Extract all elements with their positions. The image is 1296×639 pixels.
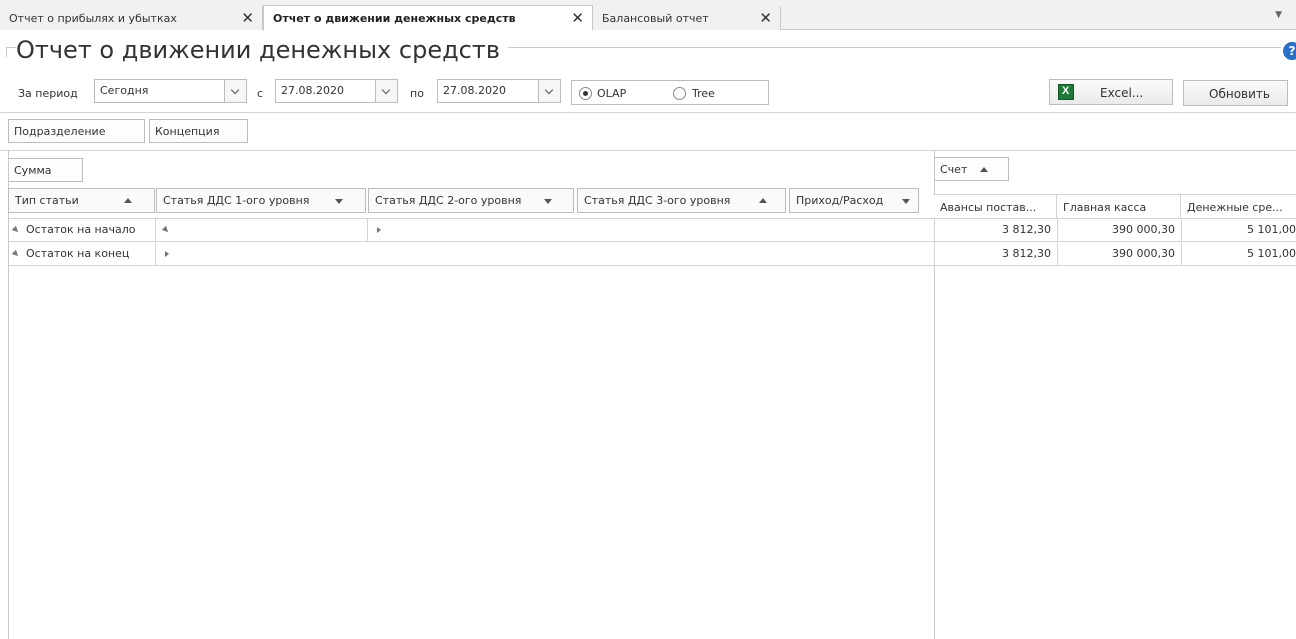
radio-olap-label: OLAP: [597, 87, 627, 100]
sort-desc-icon: [335, 199, 343, 204]
to-label: по: [410, 87, 424, 100]
expand-icon[interactable]: [11, 249, 21, 259]
chevron-down-icon[interactable]: [538, 80, 560, 102]
from-label: с: [257, 87, 264, 100]
close-icon[interactable]: ✕: [571, 9, 584, 27]
period-select[interactable]: Сегодня: [94, 79, 247, 103]
header-label: Денежные сре...: [1187, 201, 1283, 214]
row-header-level3[interactable]: Статья ДДС 3-ого уровня: [577, 188, 786, 213]
header-label: Тип статьи: [15, 194, 79, 207]
excel-icon: [1058, 84, 1074, 100]
sort-asc-icon: [124, 198, 132, 203]
cell-divider: [155, 243, 156, 266]
chip-label: Подразделение: [14, 125, 106, 138]
tab-cash-flow[interactable]: Отчет о движении денежных средств ✕: [263, 5, 593, 31]
expand-icon[interactable]: [161, 225, 171, 235]
sort-asc-icon: [980, 167, 988, 172]
chevron-down-icon[interactable]: ▼: [1275, 10, 1282, 20]
row-header-income-expense[interactable]: Приход/Расход: [789, 188, 919, 213]
row-header-type[interactable]: Тип статьи: [8, 188, 155, 213]
header-label: Статья ДДС 1-ого уровня: [163, 194, 310, 207]
column-header-advances[interactable]: Авансы постав...: [934, 194, 1057, 219]
header-label: Главная касса: [1063, 201, 1147, 214]
cell-value: 5 101,00: [1247, 223, 1296, 236]
filter-field-subdivision[interactable]: Подразделение: [8, 119, 145, 143]
chevron-down-icon[interactable]: [224, 80, 246, 102]
tab-label: Отчет о прибылях и убытках: [9, 11, 177, 25]
header-label: Статья ДДС 3-ого уровня: [584, 194, 731, 207]
column-header-main-cash[interactable]: Главная касса: [1057, 194, 1181, 219]
date-to-picker[interactable]: 27.08.2020: [437, 79, 561, 103]
radio-tree[interactable]: [673, 87, 686, 100]
cell-divider: [367, 219, 368, 242]
column-field-account[interactable]: Счет: [934, 157, 1009, 181]
tab-profit-loss[interactable]: Отчет о прибылях и убытках ✕: [0, 6, 263, 30]
table-row: Остаток на начало 3 812,30 390 000,30 5 …: [8, 219, 1296, 242]
period-value: Сегодня: [100, 84, 149, 97]
toolbar-divider: [0, 112, 1296, 113]
chip-label: Счет: [940, 163, 968, 176]
sort-desc-icon: [544, 199, 552, 204]
title-divider-edge: [6, 47, 7, 57]
header-label: Статья ДДС 2-ого уровня: [375, 194, 522, 207]
cell-value: 390 000,30: [1112, 223, 1175, 236]
excel-button[interactable]: Excel...: [1049, 79, 1173, 105]
row-label: Остаток на конец: [26, 247, 130, 260]
help-icon[interactable]: ?: [1283, 42, 1296, 60]
column-header-cash-funds[interactable]: Денежные сре...: [1181, 194, 1296, 219]
expand-icon[interactable]: [11, 225, 21, 235]
close-icon[interactable]: ✕: [759, 9, 772, 27]
sort-asc-icon: [759, 198, 767, 203]
tab-bar: Отчет о прибылях и убытках ✕ Отчет о дви…: [0, 0, 1296, 31]
table-row: Остаток на конец 3 812,30 390 000,30 5 1…: [8, 243, 1296, 266]
tab-balance[interactable]: Балансовый отчет ✕: [593, 6, 781, 30]
collapsed-icon[interactable]: [165, 251, 169, 257]
date-from-picker[interactable]: 27.08.2020: [275, 79, 398, 103]
refresh-button-label: Обновить: [1209, 87, 1270, 101]
date-from-value: 27.08.2020: [281, 84, 344, 97]
page-title: Отчет о движении денежных средств: [16, 36, 508, 64]
filter-field-concept[interactable]: Концепция: [149, 119, 248, 143]
cell-value: 5 101,00: [1247, 247, 1296, 260]
header-label: Авансы постав...: [940, 201, 1037, 214]
close-icon[interactable]: ✕: [241, 9, 254, 27]
tab-label: Балансовый отчет: [602, 11, 709, 25]
cell-value: 3 812,30: [1002, 247, 1051, 260]
excel-button-label: Excel...: [1100, 86, 1144, 100]
header-label: Приход/Расход: [796, 194, 884, 207]
radio-tree-label: Tree: [692, 87, 715, 100]
view-mode-group: OLAP Tree: [571, 80, 769, 105]
radio-olap[interactable]: [579, 87, 592, 100]
cell-value: 3 812,30: [1002, 223, 1051, 236]
cell-value: 390 000,30: [1112, 247, 1175, 260]
row-header-level1[interactable]: Статья ДДС 1-ого уровня: [156, 188, 366, 213]
chip-label: Концепция: [155, 125, 220, 138]
sort-desc-icon: [902, 199, 910, 204]
refresh-button[interactable]: Обновить: [1183, 80, 1288, 106]
collapsed-icon[interactable]: [377, 227, 381, 233]
row-label: Остаток на начало: [26, 223, 136, 236]
period-label: За период: [18, 87, 78, 100]
date-to-value: 27.08.2020: [443, 84, 506, 97]
cell-divider: [155, 219, 156, 242]
chevron-down-icon[interactable]: [375, 80, 397, 102]
row-header-level2[interactable]: Статья ДДС 2-ого уровня: [368, 188, 574, 213]
tab-label: Отчет о движении денежных средств: [273, 11, 516, 25]
